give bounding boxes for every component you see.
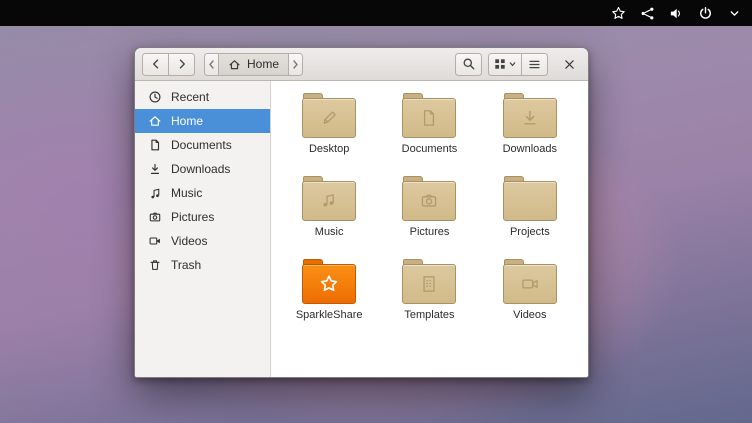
volume-icon[interactable] <box>668 5 684 21</box>
file-label: Documents <box>380 143 478 156</box>
trash-icon <box>148 258 162 272</box>
sidebar-item-label: Trash <box>171 258 201 272</box>
folder-item-sparkleshare[interactable]: SparkleShare <box>280 259 378 342</box>
sidebar-item-recent[interactable]: Recent <box>135 85 270 109</box>
file-label: Downloads <box>481 143 579 156</box>
star-emblem-icon <box>318 273 340 295</box>
folder-icon <box>503 93 557 138</box>
music-note-icon <box>148 186 162 200</box>
path-segment-home[interactable]: Home <box>218 53 289 76</box>
video-camera-icon <box>148 234 162 248</box>
nav-button-group <box>142 53 195 76</box>
path-current-label: Home <box>247 57 279 71</box>
close-icon <box>563 58 576 71</box>
file-label: Music <box>280 226 378 239</box>
back-button[interactable] <box>142 53 169 76</box>
download-icon <box>148 162 162 176</box>
file-label: SparkleShare <box>280 309 378 322</box>
sidebar-item-trash[interactable]: Trash <box>135 253 270 277</box>
recent-clock-icon <box>148 90 162 104</box>
star-icon[interactable] <box>610 5 626 21</box>
folder-icon <box>402 259 456 304</box>
path-scroll-right-button[interactable] <box>288 53 303 76</box>
file-label: Videos <box>481 309 579 322</box>
document-icon <box>148 138 162 152</box>
menu-button[interactable] <box>521 53 548 76</box>
folder-item-music[interactable]: Music <box>280 176 378 259</box>
folder-item-projects[interactable]: Projects <box>481 176 579 259</box>
view-selector-button[interactable] <box>488 53 522 76</box>
folder-icon <box>402 176 456 221</box>
file-label: Projects <box>481 226 579 239</box>
folder-item-pictures[interactable]: Pictures <box>380 176 478 259</box>
grid-view-icon <box>494 58 506 70</box>
window-headerbar: Home <box>135 48 588 81</box>
folder-icon <box>302 93 356 138</box>
down-arrow-emblem-icon <box>519 107 541 129</box>
sidebar-item-downloads[interactable]: Downloads <box>135 157 270 181</box>
music-notes-emblem-icon <box>318 190 340 212</box>
path-scroll-left-button[interactable] <box>204 53 219 76</box>
file-label: Templates <box>380 309 478 322</box>
sidebar-item-label: Recent <box>171 90 209 104</box>
document-emblem-icon <box>418 107 440 129</box>
camera-emblem-icon <box>418 190 440 212</box>
sidebar-item-label: Home <box>171 114 203 128</box>
hamburger-icon <box>528 58 541 71</box>
caret-down-icon <box>509 61 516 67</box>
system-top-bar <box>0 0 752 26</box>
home-icon <box>228 58 241 71</box>
folder-icon <box>302 259 356 304</box>
file-label: Desktop <box>280 143 378 156</box>
sidebar-item-label: Pictures <box>171 210 214 224</box>
view-button-group <box>488 53 548 76</box>
sidebar-item-label: Videos <box>171 234 207 248</box>
sidebar-item-music[interactable]: Music <box>135 181 270 205</box>
forward-button[interactable] <box>168 53 195 76</box>
chevron-down-icon[interactable] <box>726 5 742 21</box>
folder-item-videos[interactable]: Videos <box>481 259 579 342</box>
sidebar-item-home[interactable]: Home <box>135 109 270 133</box>
network-icon[interactable] <box>639 5 655 21</box>
folder-item-downloads[interactable]: Downloads <box>481 93 579 176</box>
power-icon[interactable] <box>697 5 713 21</box>
sidebar-item-label: Downloads <box>171 162 230 176</box>
file-label: Pictures <box>380 226 478 239</box>
search-button[interactable] <box>455 53 482 76</box>
home-icon <box>148 114 162 128</box>
sidebar-item-pictures[interactable]: Pictures <box>135 205 270 229</box>
camera-icon <box>148 210 162 224</box>
folder-item-templates[interactable]: Templates <box>380 259 478 342</box>
folder-item-documents[interactable]: Documents <box>380 93 478 176</box>
sidebar-item-documents[interactable]: Documents <box>135 133 270 157</box>
desktop-wallpaper: Home <box>0 0 752 423</box>
sidebar-item-label: Music <box>171 186 202 200</box>
sidebar-item-videos[interactable]: Videos <box>135 229 270 253</box>
folder-icon <box>503 176 557 221</box>
pencil-emblem-icon <box>318 107 340 129</box>
files-window: Home <box>134 47 589 378</box>
folder-icon <box>302 176 356 221</box>
folder-icon <box>503 259 557 304</box>
dashed-sheet-emblem-icon <box>418 273 440 295</box>
close-button[interactable] <box>557 52 581 76</box>
sidebar-item-label: Documents <box>171 138 232 152</box>
window-body: Recent Home Documents Downloads Music <box>135 81 588 377</box>
folder-icon <box>402 93 456 138</box>
video-camera-emblem-icon <box>519 273 541 295</box>
places-sidebar: Recent Home Documents Downloads Music <box>135 81 271 377</box>
path-bar: Home <box>204 53 303 76</box>
file-grid: Desktop Documents Downloads <box>271 81 588 377</box>
folder-item-desktop[interactable]: Desktop <box>280 93 378 176</box>
